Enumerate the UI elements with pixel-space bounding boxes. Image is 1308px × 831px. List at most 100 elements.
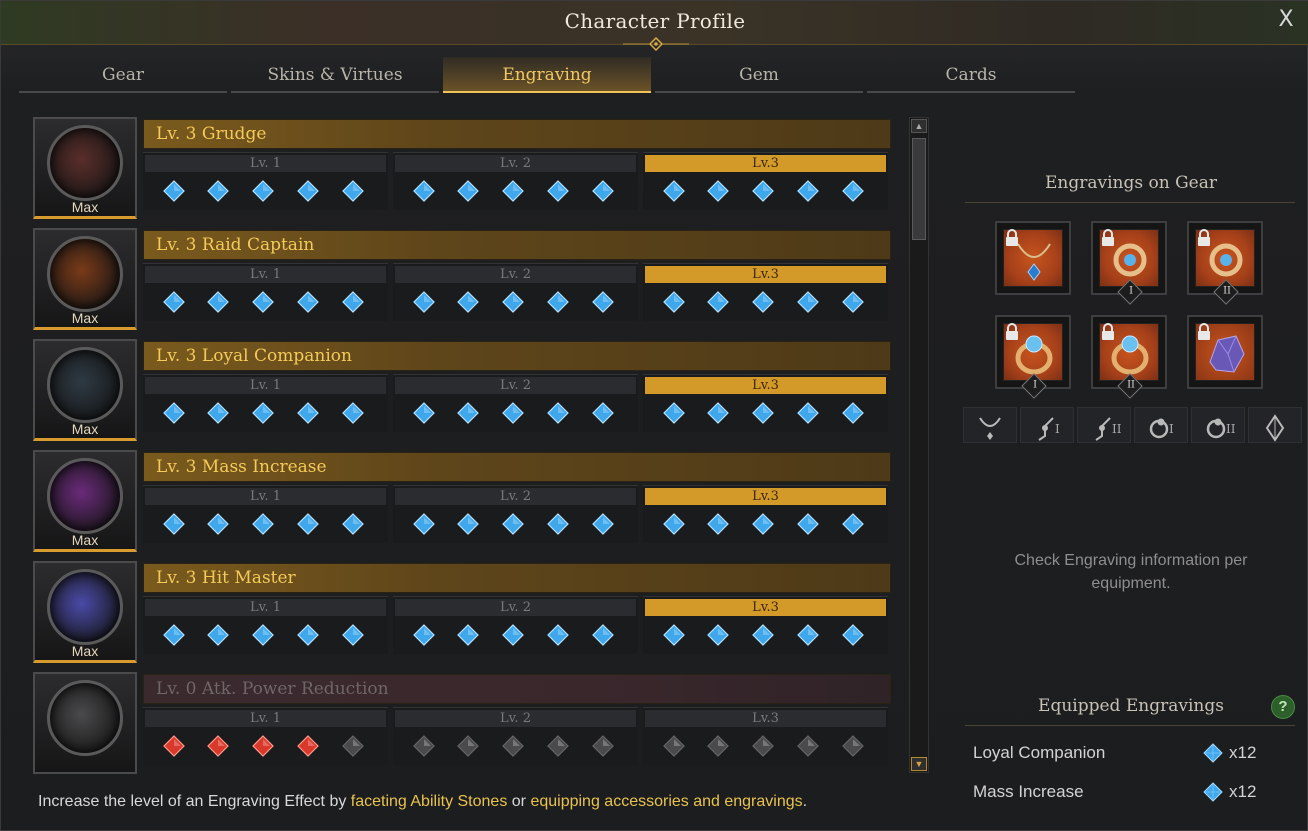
engraving-icon-frame[interactable]: Max bbox=[33, 228, 137, 330]
help-button[interactable]: ? bbox=[1271, 695, 1295, 719]
level-segment: Lv. 1 bbox=[143, 152, 388, 210]
blue-gem-icon bbox=[207, 180, 229, 202]
close-button[interactable]: X bbox=[1273, 7, 1299, 33]
loyal-companion-engraving-icon bbox=[47, 347, 123, 423]
level-segment: Lv. 1 bbox=[143, 596, 388, 654]
blue-gem-icon bbox=[797, 513, 819, 535]
level-label: Lv.3 bbox=[645, 599, 886, 616]
lock-icon bbox=[1102, 323, 1114, 340]
engraving-name-bar: Lv. 3 Raid Captain bbox=[143, 230, 891, 260]
tab-cards[interactable]: Cards bbox=[867, 57, 1075, 93]
level-nodes bbox=[163, 513, 383, 537]
filter-tier-label: II bbox=[1112, 422, 1122, 436]
blue-gem-icon bbox=[592, 402, 614, 424]
engraving-row[interactable]: Max Lv. 3 Hit Master Lv. 1 Lv. 2 Lv.3 bbox=[33, 559, 895, 665]
lock-icon bbox=[1198, 323, 1210, 340]
gear-slot[interactable] bbox=[1187, 315, 1263, 389]
blue-gem-icon bbox=[297, 291, 319, 313]
blue-gem-icon bbox=[413, 624, 435, 646]
stone-filter-icon bbox=[1265, 414, 1285, 442]
footer-hint: Increase the level of an Engraving Effec… bbox=[38, 793, 807, 811]
engraving-icon-frame[interactable] bbox=[33, 672, 137, 774]
gear-filter-button[interactable]: I bbox=[1134, 407, 1188, 443]
engraving-row[interactable]: Max Lv. 3 Raid Captain Lv. 1 Lv. 2 Lv.3 bbox=[33, 226, 895, 332]
tab-gem[interactable]: Gem bbox=[655, 57, 863, 93]
level-segment: Lv.3 bbox=[643, 596, 888, 654]
blue-gem-icon bbox=[207, 513, 229, 535]
level-nodes bbox=[163, 735, 383, 759]
gear-slot[interactable]: II bbox=[1091, 315, 1167, 399]
blue-gem-icon bbox=[592, 291, 614, 313]
red-gem-icon bbox=[297, 735, 319, 757]
gear-slot[interactable]: II bbox=[1187, 221, 1263, 305]
equipped-engraving-name: Mass Increase bbox=[973, 782, 1084, 801]
blue-gem-icon bbox=[297, 624, 319, 646]
level-label: Lv. 2 bbox=[395, 155, 636, 172]
empty-gem-icon bbox=[752, 735, 774, 757]
engraving-list: Max Lv. 3 Grudge Lv. 1 Lv. 2 Lv.3 Max Lv. 3 Ra… bbox=[33, 115, 895, 777]
engraving-row[interactable]: Max Lv. 3 Loyal Companion Lv. 1 Lv. 2 Lv.3 bbox=[33, 337, 895, 443]
engraving-name-bar: Lv. 3 Hit Master bbox=[143, 563, 891, 593]
blue-gem-icon bbox=[1203, 782, 1223, 802]
blue-gem-icon bbox=[752, 402, 774, 424]
engraving-icon-frame[interactable]: Max bbox=[33, 561, 137, 663]
gear-slot[interactable]: I bbox=[1091, 221, 1167, 305]
blue-gem-icon bbox=[163, 291, 185, 313]
blue-gem-icon bbox=[547, 513, 569, 535]
gear-filter-button[interactable]: II bbox=[1077, 407, 1131, 443]
blue-gem-icon bbox=[502, 513, 524, 535]
gear-slot[interactable] bbox=[995, 221, 1071, 295]
tab-gear[interactable]: Gear bbox=[19, 57, 227, 93]
gear-filter-button[interactable]: I bbox=[1020, 407, 1074, 443]
engraving-list-scrollbar[interactable]: ▲ ▼ bbox=[909, 117, 929, 773]
engraving-level-track: Lv. 1 Lv. 2 Lv.3 bbox=[143, 374, 891, 432]
blue-gem-icon bbox=[707, 513, 729, 535]
blue-gem-icon bbox=[297, 402, 319, 424]
gear-filter-button[interactable]: II bbox=[1191, 407, 1245, 443]
empty-gem-icon bbox=[797, 735, 819, 757]
tier-label: II bbox=[1223, 285, 1232, 297]
engraving-row[interactable]: Max Lv. 3 Grudge Lv. 1 Lv. 2 Lv.3 bbox=[33, 115, 895, 221]
equipped-engraving-name: Loyal Companion bbox=[973, 743, 1106, 762]
filter-tier-label: I bbox=[1055, 422, 1060, 436]
gear-filter-button[interactable] bbox=[963, 407, 1017, 443]
scroll-up-arrow-icon[interactable]: ▲ bbox=[911, 119, 927, 133]
engraving-icon-frame[interactable]: Max bbox=[33, 339, 137, 441]
engraving-name: Lv. 3 Hit Master bbox=[156, 568, 296, 588]
level-nodes bbox=[163, 402, 383, 426]
blue-gem-icon bbox=[1203, 743, 1223, 763]
blue-gem-icon bbox=[252, 624, 274, 646]
level-nodes bbox=[413, 291, 633, 315]
engravings-on-gear-title: Engravings on Gear bbox=[1045, 173, 1217, 193]
scroll-down-arrow-icon[interactable]: ▼ bbox=[911, 757, 927, 771]
blue-gem-icon bbox=[457, 180, 479, 202]
blue-gem-icon bbox=[342, 291, 364, 313]
blue-gem-icon bbox=[707, 624, 729, 646]
blue-gem-icon bbox=[842, 180, 864, 202]
gear-slot[interactable]: I bbox=[995, 315, 1071, 399]
faceting-ability-stones-link[interactable]: faceting Ability Stones bbox=[351, 793, 508, 810]
red-gem-icon bbox=[163, 735, 185, 757]
level-nodes bbox=[663, 513, 883, 537]
blue-gem-icon bbox=[502, 180, 524, 202]
blue-gem-icon bbox=[547, 624, 569, 646]
engraving-row[interactable]: Lv. 0 Atk. Power Reduction Lv. 1 Lv. 2 Lv.3 bbox=[33, 670, 895, 776]
equipping-accessories-link[interactable]: equipping accessories and engravings bbox=[530, 793, 802, 810]
engraving-name: Lv. 3 Raid Captain bbox=[156, 235, 315, 255]
level-segment: Lv. 2 bbox=[393, 263, 638, 321]
engraving-icon-frame[interactable]: Max bbox=[33, 117, 137, 219]
gear-filter-button[interactable] bbox=[1248, 407, 1302, 443]
engraving-row[interactable]: Max Lv. 3 Mass Increase Lv. 1 Lv. 2 Lv.3 bbox=[33, 448, 895, 554]
level-segment: Lv.3 bbox=[643, 152, 888, 210]
engraving-name-bar: Lv. 3 Loyal Companion bbox=[143, 341, 891, 371]
level-segment: Lv.3 bbox=[643, 374, 888, 432]
engraving-level-track: Lv. 1 Lv. 2 Lv.3 bbox=[143, 152, 891, 210]
level-label: Lv.3 bbox=[645, 377, 886, 394]
scroll-thumb[interactable] bbox=[912, 138, 926, 240]
level-segment: Lv. 2 bbox=[393, 374, 638, 432]
level-nodes bbox=[163, 624, 383, 648]
level-label: Lv. 2 bbox=[395, 377, 636, 394]
engraving-icon-frame[interactable]: Max bbox=[33, 450, 137, 552]
tab-skins-virtues[interactable]: Skins & Virtues bbox=[231, 57, 439, 93]
tab-engraving[interactable]: Engraving bbox=[443, 57, 651, 93]
